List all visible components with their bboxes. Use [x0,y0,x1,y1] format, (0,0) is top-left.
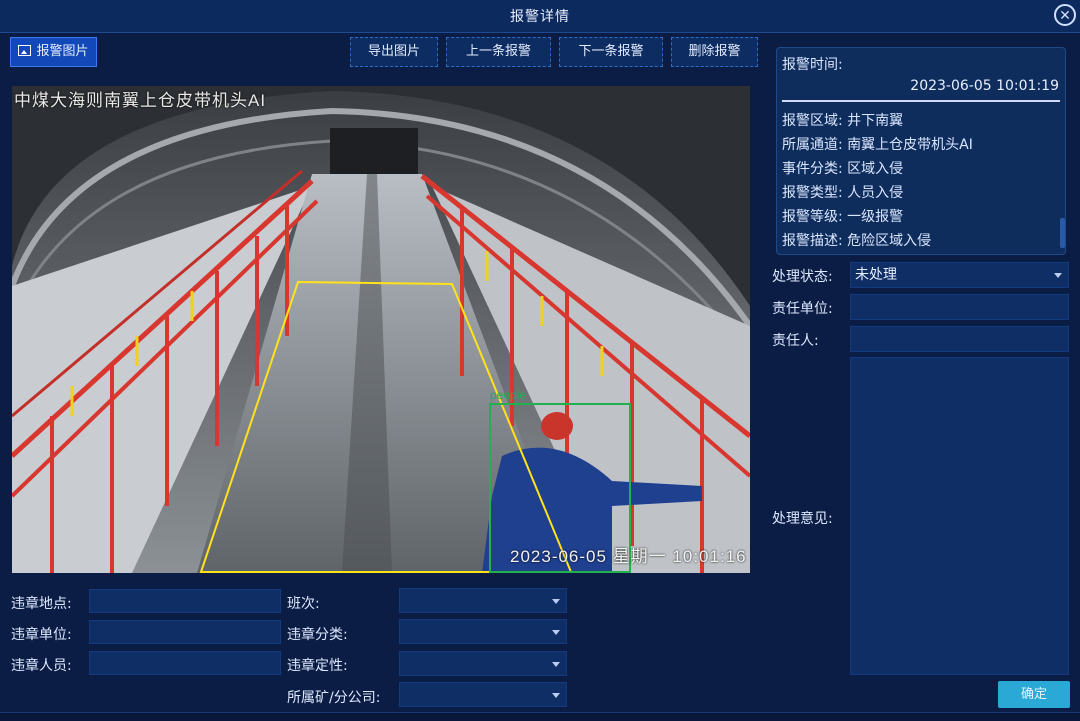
branch-label: 所属矿/分公司: [287,690,381,706]
camera-caption: 中煤大海则南翼上仓皮带机头AI [14,91,267,110]
chevron-down-icon [552,693,560,698]
chevron-down-icon [552,662,560,667]
violation-unit-input[interactable] [89,620,281,644]
violation-person-label: 违章人员: [11,658,72,674]
export-image-button[interactable]: 导出图片 [350,37,438,67]
violation-nature-select[interactable] [399,651,567,676]
alarm-image-label: 报警图片 [36,44,89,59]
violation-nature-label: 违章定性: [287,658,348,674]
responsible-unit-input[interactable] [850,294,1069,320]
status-label: 处理状态: [772,269,833,285]
shift-select[interactable] [399,588,567,613]
opinion-label: 处理意见: [772,511,833,527]
responsible-person-input[interactable] [850,326,1069,352]
branch-select[interactable] [399,682,567,707]
scrollbar[interactable] [1060,218,1065,248]
responsible-unit-label: 责任单位: [772,301,833,317]
chevron-down-icon [552,599,560,604]
chevron-down-icon [1054,273,1062,278]
title-bar: 报警详情 ✕ [0,0,1080,33]
confirm-button[interactable]: 确定 [998,681,1070,708]
violation-person-input[interactable] [89,651,281,675]
delete-alarm-button[interactable]: 删除报警 [671,37,758,67]
alarm-time-label: 报警时间: [782,57,843,73]
violation-location-input[interactable] [89,589,281,613]
alarm-area: 报警区域: 井下南翼 [782,113,904,129]
alarm-level: 报警等级: 一级报警 [782,209,904,225]
prev-alarm-button[interactable]: 上一条报警 [446,37,551,67]
window-title: 报警详情 [510,9,570,25]
alarm-info-panel: 报警时间: 2023-06-05 10:01:19 报警区域: 井下南翼 所属通… [776,47,1066,255]
status-select[interactable]: 未处理 [850,262,1069,288]
detection-label: people [490,388,527,402]
opinion-textarea[interactable] [850,357,1069,675]
camera-timestamp: 2023-06-05 星期一 10:01:16 [510,547,747,566]
close-icon[interactable]: ✕ [1054,4,1076,26]
alarm-type: 报警类型: 人员入侵 [782,185,904,201]
divider [782,100,1060,102]
next-alarm-button[interactable]: 下一条报警 [559,37,663,67]
violation-category-select[interactable] [399,619,567,644]
violation-category-label: 违章分类: [287,627,348,643]
chevron-down-icon [552,630,560,635]
violation-unit-label: 违章单位: [11,627,72,643]
picture-icon [18,45,32,56]
alarm-description: 报警描述: 危险区域入侵 [782,233,932,249]
responsible-person-label: 责任人: [772,333,819,349]
violation-location-label: 违章地点: [11,596,72,612]
alarm-category: 事件分类: 区域入侵 [782,161,904,177]
alarm-time-value: 2023-06-05 10:01:19 [910,78,1059,94]
shift-label: 班次: [287,596,320,612]
alarm-photo: 中煤大海则南翼上仓皮带机头AI people 2023-06-05 星期一 10… [12,86,750,573]
alarm-image-tab[interactable]: 报警图片 [10,37,97,67]
status-value: 未处理 [855,267,897,283]
alarm-channel: 所属通道: 南翼上仓皮带机头AI [782,137,973,153]
